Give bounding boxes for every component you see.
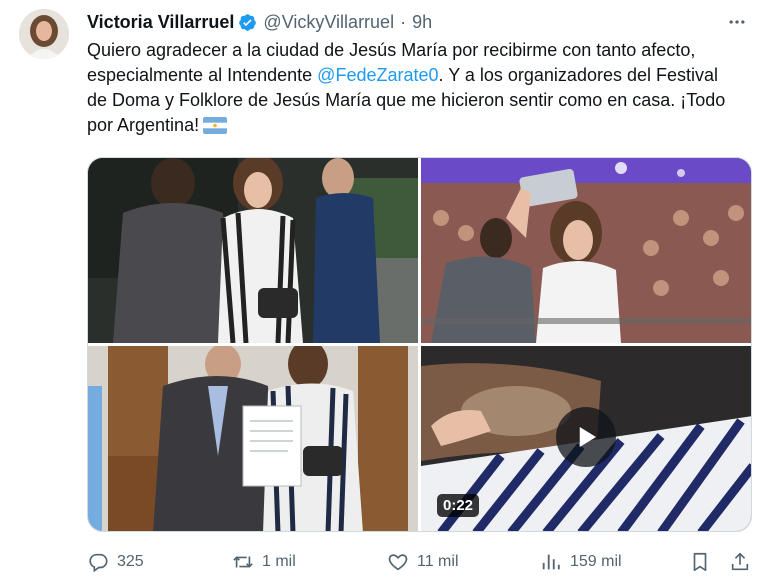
reply-icon bbox=[89, 553, 108, 573]
flag-argentina-icon bbox=[203, 116, 228, 134]
author-name[interactable]: Victoria Villarruel bbox=[87, 12, 234, 33]
reply-count: 325 bbox=[117, 553, 144, 570]
tweet-header: Victoria Villarruel @VickyVillarruel · 9… bbox=[87, 9, 750, 35]
video-thumbnail[interactable]: 0:22 bbox=[421, 346, 751, 531]
media-grid: 0:22 bbox=[87, 157, 752, 532]
separator-dot: · bbox=[400, 11, 407, 32]
views-button[interactable]: 159 mil bbox=[540, 548, 622, 576]
avatar[interactable] bbox=[19, 9, 69, 59]
tweet-time[interactable]: 9h bbox=[412, 12, 432, 33]
views-count: 159 mil bbox=[570, 553, 622, 570]
retweet-count: 1 mil bbox=[262, 553, 296, 570]
retweet-button[interactable]: 1 mil bbox=[232, 548, 296, 576]
video-duration: 0:22 bbox=[437, 494, 480, 517]
verified-icon bbox=[238, 13, 257, 32]
photo-selfie-crowd[interactable] bbox=[421, 158, 751, 343]
reply-button[interactable]: 325 bbox=[87, 548, 144, 576]
like-icon bbox=[388, 554, 408, 571]
photo-meeting-outdoor[interactable] bbox=[88, 158, 418, 343]
photo-document-signing[interactable] bbox=[88, 346, 418, 531]
play-icon bbox=[571, 422, 601, 452]
views-icon bbox=[542, 554, 560, 570]
share-icon bbox=[731, 552, 749, 571]
like-count: 11 mil bbox=[417, 553, 459, 570]
bookmark-button[interactable] bbox=[689, 548, 711, 576]
more-icon[interactable] bbox=[724, 9, 750, 35]
author-handle[interactable]: @VickyVillarruel bbox=[263, 12, 394, 33]
retweet-icon bbox=[233, 556, 253, 568]
mention-link[interactable]: @FedeZarate0 bbox=[317, 65, 438, 85]
play-button[interactable] bbox=[556, 407, 616, 467]
tweet-text: Quiero agradecer a la ciudad de Jesús Ma… bbox=[87, 38, 727, 138]
share-button[interactable] bbox=[729, 548, 751, 576]
bookmark-icon bbox=[693, 552, 707, 572]
action-bar: 325 1 mil 11 mil 159 mil bbox=[87, 548, 752, 576]
like-button[interactable]: 11 mil bbox=[387, 548, 459, 576]
